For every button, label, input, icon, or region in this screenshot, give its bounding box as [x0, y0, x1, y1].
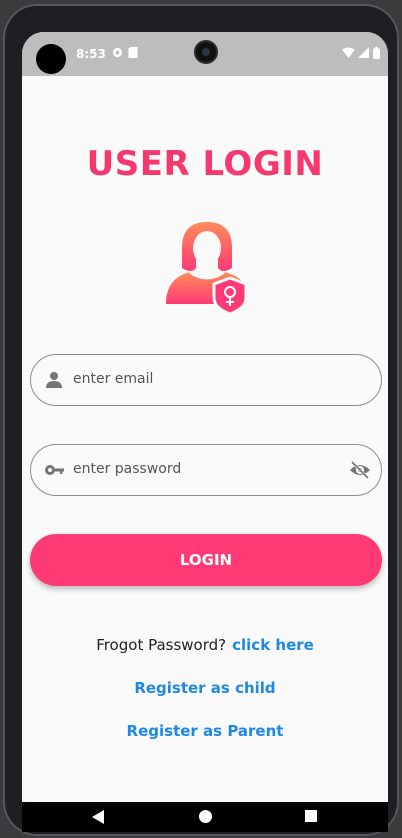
navigation-bar: [22, 802, 388, 832]
status-bar: 8:53: [22, 32, 388, 76]
app-screen: 8:53 USER LOGIN enter email enter passwo…: [22, 32, 388, 832]
forgot-password-text: Frogot Password?: [96, 636, 227, 654]
email-field[interactable]: enter email: [30, 354, 382, 406]
forgot-password-row: Frogot Password? click here: [22, 636, 388, 654]
password-field[interactable]: enter password: [30, 444, 382, 496]
sync-icon: [112, 47, 123, 61]
recent-apps-icon[interactable]: [305, 810, 317, 822]
email-placeholder: enter email: [73, 371, 154, 387]
register-child-link[interactable]: Register as child: [22, 679, 388, 697]
front-camera-icon: [196, 42, 216, 62]
eye-off-icon[interactable]: [349, 459, 371, 481]
wifi-icon: [342, 47, 355, 61]
key-icon: [43, 459, 65, 481]
sd-card-icon: [128, 47, 138, 61]
back-icon[interactable]: [92, 810, 104, 824]
home-icon[interactable]: [199, 810, 212, 823]
female-user-shield-icon: [162, 218, 252, 316]
register-parent-link[interactable]: Register as Parent: [22, 722, 388, 740]
person-icon: [43, 369, 65, 391]
battery-icon: [373, 47, 380, 62]
status-time: 8:53: [76, 47, 106, 61]
page-title: USER LOGIN: [86, 144, 324, 184]
forgot-password-link[interactable]: click here: [232, 636, 314, 654]
password-placeholder: enter password: [73, 461, 182, 477]
status-dot-icon: [36, 44, 66, 74]
signal-icon: [358, 47, 369, 61]
phone-frame: 8:53 USER LOGIN enter email enter passwo…: [3, 4, 399, 836]
login-button[interactable]: LOGIN: [30, 534, 382, 586]
